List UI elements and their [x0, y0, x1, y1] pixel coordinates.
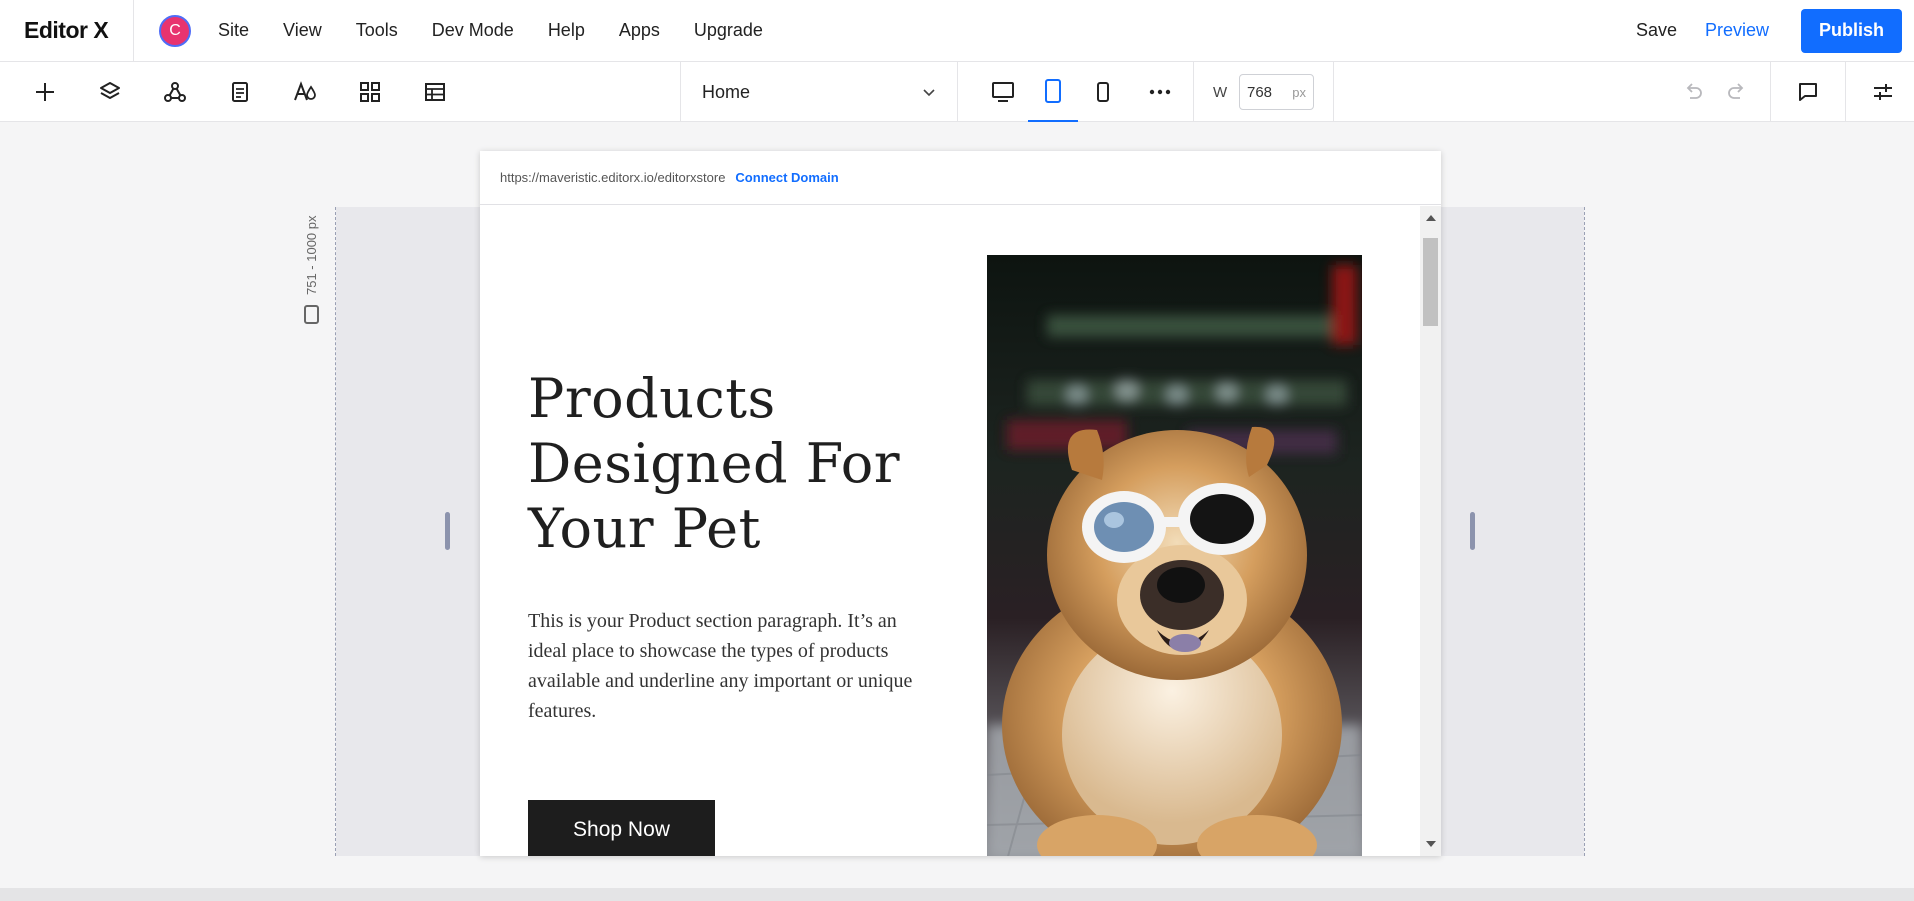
connect-domain-link[interactable]: Connect Domain: [735, 170, 838, 185]
save-button[interactable]: Save: [1636, 20, 1677, 41]
add-icon[interactable]: [30, 77, 60, 107]
scroll-down-arrow[interactable]: [1426, 841, 1436, 847]
page-selector[interactable]: Home: [681, 62, 957, 122]
hero-title-line: Your Pet: [528, 497, 761, 560]
preview-button[interactable]: Preview: [1705, 20, 1769, 41]
settings-sliders-icon[interactable]: [1868, 77, 1898, 107]
site-scrollbar[interactable]: [1420, 206, 1441, 856]
breakpoint-range-label: 751 - 1000 px: [304, 215, 319, 295]
top-bar: Editor X C Site View Tools Dev Mode Help…: [0, 0, 1914, 62]
user-avatar[interactable]: C: [159, 14, 191, 47]
width-label: W: [1213, 84, 1228, 101]
undo-icon[interactable]: [1678, 77, 1708, 107]
hero-paragraph[interactable]: This is your Product section paragraph. …: [528, 606, 928, 726]
hero-title[interactable]: Products Designed For Your Pet: [528, 366, 928, 561]
editor-x-logo[interactable]: Editor X: [0, 0, 134, 61]
site-content: Products Designed For Your Pet This is y…: [480, 206, 1420, 856]
toolbar-divider: [1770, 62, 1771, 122]
width-input[interactable]: [1247, 83, 1283, 101]
table-icon[interactable]: [420, 77, 450, 107]
menu-apps[interactable]: Apps: [602, 20, 677, 41]
apps-grid-icon[interactable]: [355, 77, 385, 107]
more-breakpoints-icon[interactable]: [1135, 62, 1185, 122]
toolbar-divider: [1193, 62, 1194, 122]
scroll-thumb[interactable]: [1423, 238, 1438, 326]
resize-handle-right[interactable]: [1470, 512, 1475, 550]
hero-title-line: Products: [528, 367, 776, 430]
hero-title-line: Designed For: [528, 432, 901, 495]
menu-help[interactable]: Help: [531, 20, 602, 41]
menu-site[interactable]: Site: [201, 20, 266, 41]
connect-icon[interactable]: [160, 77, 190, 107]
page-selector-label: Home: [702, 81, 751, 102]
url-bar: https://maveristic.editorx.io/editorxsto…: [480, 151, 1441, 205]
tablet-breakpoint-icon[interactable]: [1028, 62, 1078, 122]
desktop-breakpoint-icon[interactable]: [978, 62, 1028, 122]
menu-tools[interactable]: Tools: [339, 20, 415, 41]
chevron-down-icon: [923, 89, 935, 97]
resize-handle-left[interactable]: [445, 512, 450, 550]
toolbar-divider: [1333, 62, 1334, 122]
site-url: https://maveristic.editorx.io/editorxsto…: [500, 170, 726, 185]
editor-toolbar: Home W px: [0, 62, 1914, 122]
menu-view[interactable]: View: [266, 20, 339, 41]
toolbar-divider: [957, 62, 958, 122]
dog-with-sunglasses-image[interactable]: [987, 255, 1362, 856]
top-actions: Save Preview Publish: [1636, 0, 1914, 61]
width-unit: px: [1292, 84, 1306, 100]
redo-icon[interactable]: [1722, 77, 1752, 107]
mobile-breakpoint-icon[interactable]: [1078, 62, 1128, 122]
horizontal-scrollbar[interactable]: [0, 888, 1914, 901]
breakpoint-gutter-left: [336, 207, 480, 856]
layers-icon[interactable]: [95, 77, 125, 107]
shop-now-button[interactable]: Shop Now: [528, 800, 715, 856]
breakpoint-gutter-right: [1441, 207, 1584, 856]
menu-upgrade[interactable]: Upgrade: [677, 20, 780, 41]
publish-button[interactable]: Publish: [1801, 8, 1902, 53]
site-preview-frame: https://maveristic.editorx.io/editorxsto…: [480, 151, 1441, 856]
theme-icon[interactable]: [290, 77, 320, 107]
page-icon[interactable]: [225, 77, 255, 107]
tablet-range-icon: [304, 305, 319, 324]
comments-icon[interactable]: [1793, 77, 1823, 107]
scroll-up-arrow[interactable]: [1426, 215, 1436, 221]
toolbar-divider: [1845, 62, 1846, 122]
menu-dev-mode[interactable]: Dev Mode: [415, 20, 531, 41]
width-field[interactable]: px: [1239, 74, 1314, 110]
main-menu: Site View Tools Dev Mode Help Apps Upgra…: [201, 20, 780, 41]
breakpoint-boundary-right: [1584, 207, 1585, 856]
